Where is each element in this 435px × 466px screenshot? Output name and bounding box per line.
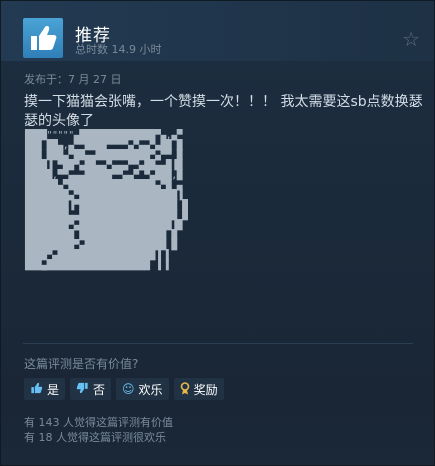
feedback-buttons: 是 否 ☺ 欢乐 奖励 <box>24 378 224 400</box>
review-card: 推荐 总时数 14.9 小时 ☆ 发布于：7 月 27 日 摸一下猫猫会张嘴，一… <box>0 0 435 466</box>
review-stats: 有 143 人觉得这篇评测有价值 有 18 人觉得这篇评测很欢乐 <box>24 415 173 445</box>
thumbs-down-icon <box>76 382 89 396</box>
thumbs-up-icon <box>30 382 43 396</box>
award-icon <box>180 381 190 397</box>
smiley-icon: ☺ <box>122 382 135 396</box>
helpful-count: 有 143 人觉得这篇评测有价值 <box>24 416 173 429</box>
ascii-art: ████"""""▄██████████████▀▄,▄▀ ███ ██▄,▄▀… <box>25 130 188 271</box>
yes-label: 是 <box>47 382 60 397</box>
no-button[interactable]: 否 <box>70 378 112 400</box>
helpful-question: 这篇评测是否有价值? <box>24 357 139 371</box>
review-header: 推荐 总时数 14.9 小时 ☆ <box>1 1 434 61</box>
thumbs-up-icon <box>23 18 63 58</box>
divider <box>23 343 413 344</box>
review-text: 摸一下猫猫会张嘴，一个赞摸一次！！！ 我太需要这sb点数换瑟瑟的头像了 <box>24 94 423 129</box>
posted-date: 发布于：7 月 27 日 <box>24 73 122 86</box>
funny-label: 欢乐 <box>138 382 163 397</box>
playtime-hours: 总时数 14.9 小时 <box>75 43 162 56</box>
award-button[interactable]: 奖励 <box>173 378 224 400</box>
award-label: 奖励 <box>193 382 218 397</box>
funny-button[interactable]: ☺ 欢乐 <box>116 378 169 400</box>
star-icon[interactable]: ☆ <box>402 29 420 49</box>
no-label: 否 <box>93 382 106 397</box>
yes-button[interactable]: 是 <box>24 378 66 400</box>
funny-count: 有 18 人觉得这篇评测很欢乐 <box>24 431 166 444</box>
